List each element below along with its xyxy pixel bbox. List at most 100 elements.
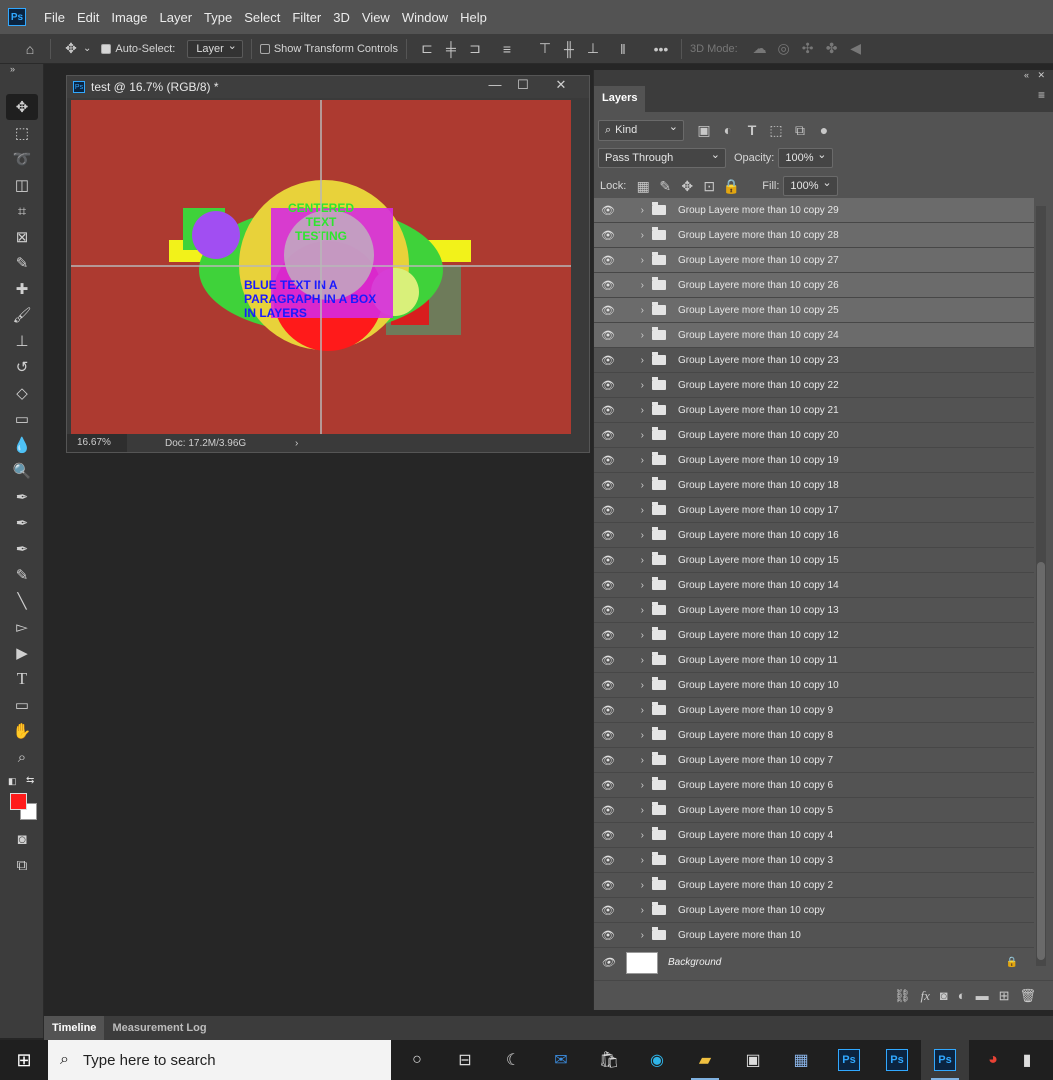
layer-row[interactable]: 👁 › Group Layere more than 10 copy 23 <box>594 348 1034 373</box>
history-brush-tool-icon[interactable]: ↺ <box>0 354 44 380</box>
expand-group-chevron-icon[interactable]: › <box>622 205 652 216</box>
overflow-app-icon[interactable]: ▮ <box>1017 1040 1037 1080</box>
visibility-eye-icon[interactable]: 👁 <box>594 704 622 717</box>
menu-view[interactable]: View <box>356 10 396 25</box>
3d-pan-icon[interactable]: ✣ <box>796 40 820 57</box>
expand-group-chevron-icon[interactable]: › <box>622 255 652 266</box>
visibility-eye-icon[interactable]: 👁 <box>594 754 622 767</box>
fill-input[interactable]: 100% <box>783 176 838 196</box>
minimize-icon[interactable]: — <box>481 77 509 97</box>
task-view-icon[interactable]: ⊟ <box>441 1040 489 1080</box>
gradient-tool-icon[interactable]: ▭ <box>0 406 44 432</box>
visibility-eye-icon[interactable]: 👁 <box>594 579 622 592</box>
expand-group-chevron-icon[interactable]: › <box>622 730 652 741</box>
curvature-pen-tool-icon[interactable]: ✒ <box>0 536 44 562</box>
move-tool-icon[interactable]: ✥ <box>6 94 38 120</box>
background-layer-row[interactable]: 👁 Background 🔒 <box>594 947 1034 977</box>
layer-row[interactable]: 👁 › Group Layere more than 10 copy 29 <box>594 198 1034 223</box>
expand-group-chevron-icon[interactable]: › <box>622 530 652 541</box>
layer-row[interactable]: 👁 › Group Layere more than 10 copy 11 <box>594 648 1034 673</box>
mail-icon[interactable]: ✉ <box>537 1040 585 1080</box>
visibility-eye-icon[interactable]: 👁 <box>594 729 622 742</box>
visibility-eye-icon[interactable]: 👁 <box>594 629 622 642</box>
expand-group-chevron-icon[interactable]: › <box>622 780 652 791</box>
foreground-color-swatch[interactable] <box>10 793 27 810</box>
photoshop-taskbar-icon-1[interactable]: Ps <box>825 1040 873 1080</box>
chrome-icon[interactable]: ◕ <box>969 1040 1017 1080</box>
close-icon[interactable]: ✕ <box>547 77 575 97</box>
layer-row[interactable]: 👁 › Group Layere more than 10 copy 6 <box>594 773 1034 798</box>
add-mask-icon[interactable]: ◙ <box>940 988 948 1003</box>
swap-colors-icon[interactable]: ⇆ <box>26 775 34 786</box>
expand-group-chevron-icon[interactable]: › <box>622 855 652 866</box>
align-vertical-center-icon[interactable]: ╫ <box>557 41 581 57</box>
visibility-eye-icon[interactable]: 👁 <box>594 956 622 969</box>
blend-mode-dropdown[interactable]: Pass Through <box>598 148 726 168</box>
layer-row[interactable]: 👁 › Group Layere more than 10 copy 20 <box>594 423 1034 448</box>
align-top-icon[interactable]: ⊤ <box>533 40 557 57</box>
taskbar-search-box[interactable]: ⌕ Type here to search <box>48 1040 391 1080</box>
layer-row[interactable]: 👁 › Group Layere more than 10 copy 25 <box>594 298 1034 323</box>
expand-group-chevron-icon[interactable]: › <box>622 505 652 516</box>
auto-select-checkbox[interactable] <box>101 43 112 54</box>
clone-stamp-tool-icon[interactable]: ⊥ <box>0 328 44 354</box>
expand-group-chevron-icon[interactable]: › <box>622 555 652 566</box>
expand-group-chevron-icon[interactable]: › <box>622 705 652 716</box>
layer-row[interactable]: 👁 › Group Layere more than 10 copy 28 <box>594 223 1034 248</box>
filter-toggle-icon[interactable]: ● <box>812 122 836 138</box>
photoshop-taskbar-icon-2[interactable]: Ps <box>873 1040 921 1080</box>
windows-start-icon[interactable]: ⊞ <box>0 1040 48 1080</box>
quick-mask-icon[interactable]: ◙ <box>0 826 44 852</box>
menu-layer[interactable]: Layer <box>154 10 199 25</box>
new-adjustment-layer-icon[interactable]: ◐ <box>958 988 966 1003</box>
opacity-input[interactable]: 100% <box>778 148 833 168</box>
move-tool-icon[interactable]: ✥ <box>59 40 83 57</box>
tab-layers[interactable]: Layers <box>594 86 646 112</box>
visibility-eye-icon[interactable]: 👁 <box>594 554 622 567</box>
home-icon[interactable]: ⌂ <box>18 41 42 57</box>
layer-row[interactable]: 👁 › Group Layere more than 10 copy 7 <box>594 748 1034 773</box>
weather-icon[interactable]: ☾ <box>489 1040 537 1080</box>
expand-group-chevron-icon[interactable]: › <box>622 930 652 941</box>
visibility-eye-icon[interactable]: 👁 <box>594 779 622 792</box>
menu-window[interactable]: Window <box>396 10 454 25</box>
link-layers-icon[interactable]: ⛓ <box>894 988 911 1004</box>
visibility-eye-icon[interactable]: 👁 <box>594 804 622 817</box>
maximize-icon[interactable]: ☐ <box>509 77 537 97</box>
layers-scrollbar[interactable] <box>1036 206 1046 966</box>
layer-row[interactable]: 👁 › Group Layere more than 10 copy 5 <box>594 798 1034 823</box>
visibility-eye-icon[interactable]: 👁 <box>594 429 622 442</box>
show-transform-controls-checkbox[interactable] <box>259 43 270 54</box>
calculator-icon[interactable]: ▦ <box>777 1040 825 1080</box>
visibility-eye-icon[interactable]: 👁 <box>594 829 622 842</box>
tool-preset-chevron-icon[interactable]: ⌄ <box>83 43 91 54</box>
object-selection-tool-icon[interactable]: ◫ <box>0 172 44 198</box>
visibility-eye-icon[interactable]: 👁 <box>594 479 622 492</box>
layer-row[interactable]: 👁 › Group Layere more than 10 copy 24 <box>594 323 1034 348</box>
lock-transparent-pixels-icon[interactable]: ▦ <box>632 178 654 195</box>
3d-scale-icon[interactable]: ◀ <box>844 40 868 57</box>
auto-select-target-dropdown[interactable]: Layer <box>187 39 243 58</box>
expand-group-chevron-icon[interactable]: › <box>622 455 652 466</box>
type-tool-icon[interactable]: T <box>0 666 44 692</box>
direct-selection-tool-icon[interactable]: ▻ <box>0 614 44 640</box>
layer-row[interactable]: 👁 › Group Layere more than 10 copy 22 <box>594 373 1034 398</box>
align-horizontal-center-icon[interactable]: ╪ <box>439 41 463 57</box>
expand-group-chevron-icon[interactable]: › <box>622 330 652 341</box>
expand-group-chevron-icon[interactable]: › <box>622 880 652 891</box>
delete-layer-icon[interactable]: 🗑 <box>1019 988 1036 1004</box>
photoshop-taskbar-icon-3[interactable]: Ps <box>921 1040 969 1080</box>
visibility-eye-icon[interactable]: 👁 <box>594 904 622 917</box>
visibility-eye-icon[interactable]: 👁 <box>594 879 622 892</box>
visibility-eye-icon[interactable]: 👁 <box>594 379 622 392</box>
scrollbar-thumb[interactable] <box>1037 562 1045 960</box>
visibility-eye-icon[interactable]: 👁 <box>594 404 622 417</box>
brush-tool-icon[interactable]: 🖌 <box>0 302 44 328</box>
expand-group-chevron-icon[interactable]: › <box>622 430 652 441</box>
default-colors-icon[interactable]: ◧ <box>8 776 17 787</box>
new-group-icon[interactable]: ▬ <box>976 988 989 1003</box>
visibility-eye-icon[interactable]: 👁 <box>594 604 622 617</box>
expand-group-chevron-icon[interactable]: › <box>622 480 652 491</box>
tab-timeline[interactable]: Timeline <box>44 1016 105 1040</box>
visibility-eye-icon[interactable]: 👁 <box>594 204 622 217</box>
